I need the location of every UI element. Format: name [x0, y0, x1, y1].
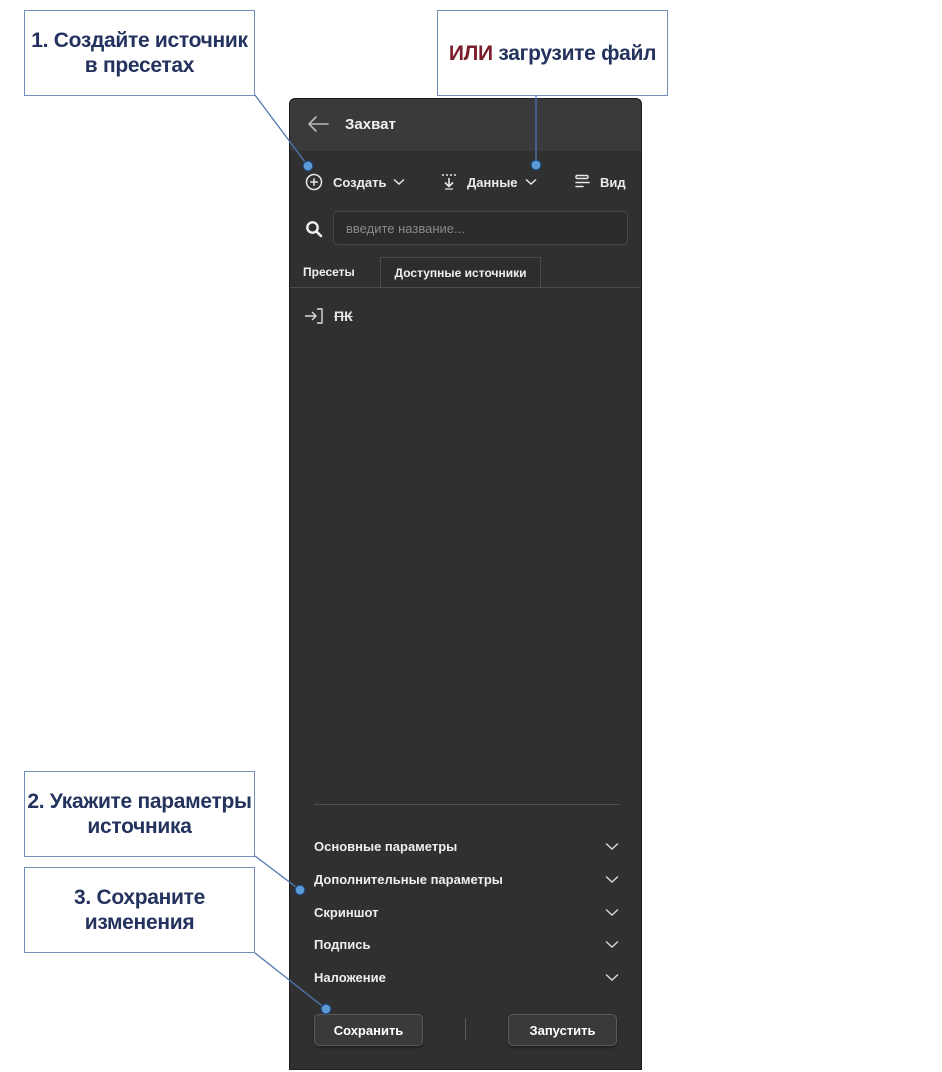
callout-save-changes: 3. Сохраните изменения: [24, 867, 255, 953]
run-button[interactable]: Запустить: [508, 1014, 617, 1046]
chevron-down-icon: [525, 178, 537, 186]
chevron-down-icon: [605, 973, 619, 981]
button-separator: [465, 1018, 466, 1040]
chevron-down-icon: [605, 940, 619, 948]
section-divider: [314, 804, 619, 805]
section-label: Дополнительные параметры: [314, 871, 503, 887]
capture-panel: Захват Создать Данные Вид введите назван…: [289, 98, 642, 1070]
preset-item[interactable]: ПК: [304, 305, 353, 327]
chevron-down-icon: [605, 842, 619, 850]
preset-name: ПК: [334, 308, 353, 324]
search-row: [290, 211, 641, 247]
callout-save-line2: изменения: [84, 911, 195, 934]
callout-set-params: 2. Укажите параметры источника: [24, 771, 255, 857]
callout-params-line1: 2. Укажите параметры: [27, 790, 252, 813]
section-label: Подпись: [314, 936, 371, 952]
section-overlay[interactable]: Наложение: [314, 965, 619, 989]
data-menu-label: Данные: [467, 174, 518, 190]
create-menu-label: Создать: [333, 174, 387, 190]
chevron-down-icon: [605, 908, 619, 916]
tab-presets[interactable]: Пресеты: [290, 257, 355, 287]
callout-create-line2: в пресетах: [84, 54, 195, 77]
create-menu-button[interactable]: Создать: [304, 167, 405, 197]
data-menu-button[interactable]: Данные: [440, 167, 537, 197]
callout-create-source: 1. Создайте источник в пресетах: [24, 10, 255, 96]
section-extra-params[interactable]: Дополнительные параметры: [314, 867, 619, 891]
view-menu-label: Вид: [600, 174, 626, 190]
section-label: Основные параметры: [314, 838, 458, 854]
search-icon: [306, 221, 323, 238]
save-button[interactable]: Сохранить: [314, 1014, 423, 1046]
section-screenshot[interactable]: Скриншот: [314, 900, 619, 924]
arrow-left-icon[interactable]: [306, 113, 330, 135]
section-caption[interactable]: Подпись: [314, 932, 619, 956]
view-menu-button[interactable]: Вид: [574, 167, 633, 197]
callout-upload-prefix: ИЛИ: [448, 41, 493, 65]
add-circle-icon: [305, 173, 323, 191]
toolbar: Создать Данные Вид: [290, 167, 641, 197]
view-list-icon: [575, 174, 590, 188]
tab-bar: Пресеты Доступные источники: [290, 257, 641, 288]
callout-create-line1: 1. Создайте источник: [31, 29, 248, 52]
chevron-down-icon: [393, 178, 405, 186]
panel-title: Захват: [345, 116, 396, 133]
callout-upload-text: загрузите файл: [498, 41, 657, 65]
search-input[interactable]: [333, 211, 628, 245]
section-label: Скриншот: [314, 904, 379, 920]
chevron-down-icon: [605, 875, 619, 883]
download-icon: [442, 174, 456, 190]
panel-header: Захват: [290, 99, 641, 151]
sign-in-icon: [305, 308, 323, 324]
callout-save-line1: 3. Сохраните: [74, 886, 205, 909]
section-label: Наложение: [314, 969, 386, 985]
section-basic-params[interactable]: Основные параметры: [314, 834, 619, 858]
tab-available-sources[interactable]: Доступные источники: [380, 257, 541, 287]
callout-params-line2: источника: [87, 815, 192, 838]
callout-upload-file: ИЛИ загрузите файл: [437, 10, 668, 96]
